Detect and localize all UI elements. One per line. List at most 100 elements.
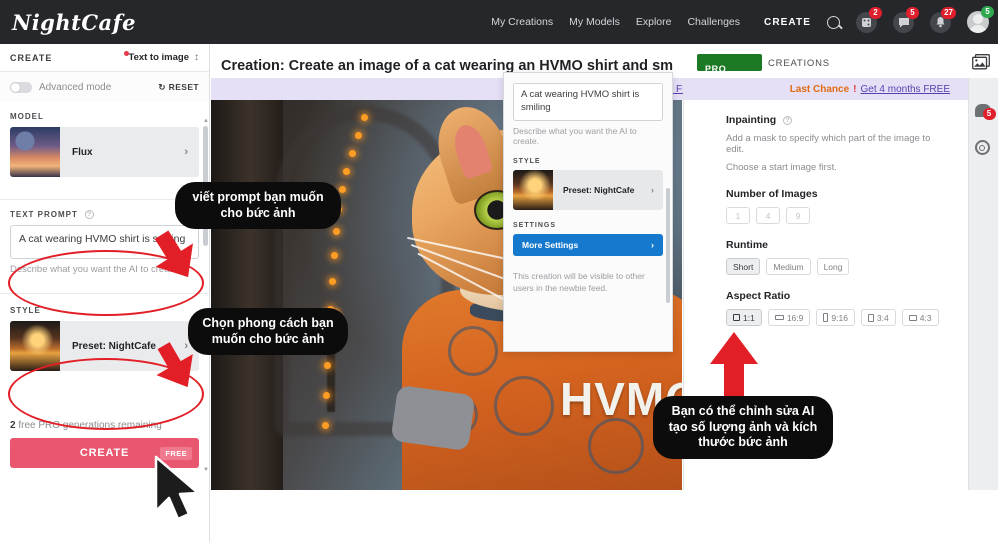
scroll-up-arrow-icon[interactable]: ▲ (203, 118, 209, 124)
notifications-badge: 27 (941, 6, 956, 19)
profile-badge: 5 (981, 6, 994, 18)
credits-badge: 2 (869, 6, 882, 19)
shirt-pattern-1 (448, 326, 498, 376)
popup-style-card[interactable]: Preset: NightCafe › (513, 169, 663, 210)
runtime-option-long[interactable]: Long (816, 258, 850, 275)
search-button[interactable] (827, 15, 840, 29)
advanced-mode-toggle[interactable] (10, 81, 32, 93)
inpainting-help-icon[interactable]: ? (783, 116, 793, 125)
popup-style-label: STYLE (513, 157, 541, 165)
gear-icon (974, 140, 990, 155)
popup-prompt-input[interactable]: A cat wearing HVMO shirt is smiling (513, 83, 663, 121)
number-of-images-option-1[interactable]: 1 (726, 207, 750, 224)
profile-button[interactable]: 5 (967, 6, 994, 33)
reset-label: RESET (168, 81, 199, 92)
pro-upgrade-button[interactable]: PRO (697, 54, 762, 71)
aspect-ratio-label-16-9: 16:9 (786, 312, 804, 323)
image-stack-icon[interactable] (972, 54, 990, 70)
messages-button[interactable]: 5 (893, 6, 919, 33)
create-button[interactable]: CREATE FREE (10, 438, 199, 468)
tab-creations[interactable]: CREATIONS (768, 58, 830, 69)
nav-link-my-creations[interactable]: My Creations (491, 16, 553, 28)
portrait-icon (823, 313, 829, 322)
rail-settings-button[interactable] (974, 140, 993, 158)
aspect-ratio-option-9-16[interactable]: 9:16 (816, 309, 855, 326)
inpainting-group: Inpainting ? Add a mask to specify which… (726, 114, 950, 173)
runtime-group: Runtime Short Medium Long (726, 239, 950, 275)
aspect-ratio-option-16-9[interactable]: 16:9 (767, 309, 811, 326)
runtime-options: Short Medium Long (726, 258, 950, 275)
inpainting-note: Choose a start image first. (726, 162, 837, 173)
popup-visibility-note: This creation will be visible to other u… (513, 270, 645, 293)
nav-link-challenges[interactable]: Challenges (687, 16, 740, 28)
notifications-button[interactable]: 27 (930, 6, 956, 33)
shirt-text: HVMO (560, 373, 682, 425)
aspect-ratio-option-3-4[interactable]: 3:4 (860, 309, 896, 326)
more-settings-button[interactable]: More Settings › (513, 233, 663, 256)
chevron-right-icon-style: › (184, 340, 188, 352)
style-card[interactable]: Preset: NightCafe › (10, 321, 199, 371)
text-prompt-label-text: TEXT PROMPT (10, 210, 78, 219)
popup-style-name: Preset: NightCafe (563, 184, 635, 195)
popup-style-thumbnail (513, 169, 553, 210)
aspect-ratio-options: 1:1 16:9 9:16 3:4 4:3 (726, 309, 950, 326)
create-button-label: CREATE (79, 447, 130, 459)
runtime-option-medium[interactable]: Medium (766, 258, 811, 275)
top-navigation-bar: NightCafe My Creations My Models Explore… (0, 0, 998, 44)
help-icon[interactable]: ? (85, 210, 95, 219)
model-card[interactable]: Flux › (10, 127, 199, 177)
cat-ear-inner-left (449, 121, 494, 180)
inpainting-title-text: Inpainting (726, 114, 777, 126)
landscape-narrow-icon (908, 314, 917, 321)
style-section: STYLE Preset: NightCafe › (0, 294, 209, 371)
sidebar-title: CREATE (10, 52, 53, 63)
number-of-images-option-4[interactable]: 4 (756, 207, 780, 224)
reset-button[interactable]: ↻ RESET (158, 82, 199, 93)
text-prompt-section: TEXT PROMPT ? A cat wearing HVMO shirt i… (0, 200, 209, 275)
nav-link-my-models[interactable]: My Models (569, 16, 620, 28)
aspect-ratio-option-1-1[interactable]: 1:1 (726, 309, 762, 326)
popup-scrollbar[interactable] (666, 83, 670, 343)
sidebar-scroll-thumb[interactable] (203, 126, 208, 246)
credits-button[interactable]: 2 (856, 6, 882, 33)
cat-sleeve (390, 384, 476, 452)
advanced-mode-row: Advanced mode ↻ RESET (0, 72, 209, 102)
text-prompt-input[interactable]: A cat wearing HVMO shirt is smiling (10, 225, 199, 259)
mode-selector[interactable]: Text to image ↕ (124, 51, 199, 63)
aspect-ratio-label-3-4: 3:4 (876, 312, 889, 323)
aspect-ratio-label-9-16: 9:16 (831, 312, 848, 323)
number-of-images-option-9[interactable]: 9 (786, 207, 810, 224)
runtime-title: Runtime (726, 239, 768, 251)
nav-link-explore[interactable]: Explore (636, 16, 672, 28)
sidebar-header: CREATE Text to image ↕ (0, 44, 209, 72)
popup-scroll-thumb[interactable] (666, 188, 670, 303)
rail-chat-button[interactable]: 5 (974, 104, 996, 122)
chevron-right-icon: › (184, 146, 188, 158)
nav-create-button[interactable]: CREATE (764, 17, 811, 28)
generations-count: 2 (10, 420, 16, 431)
right-icon-rail: 5 (968, 78, 998, 490)
create-free-badge: FREE (160, 446, 192, 460)
settings-banner-exclamation: ! (853, 83, 857, 95)
search-icon (827, 15, 840, 29)
aspect-ratio-label-1-1: 1:1 (743, 312, 755, 323)
settings-banner-link[interactable]: Get 4 months FREE (861, 84, 950, 95)
messages-badge: 5 (906, 6, 919, 19)
aspect-ratio-title: Aspect Ratio (726, 290, 791, 302)
model-thumbnail (10, 127, 60, 177)
nightcafe-logo[interactable]: NightCafe (12, 10, 136, 35)
rail-chat-badge: 5 (982, 108, 996, 120)
runtime-option-short[interactable]: Short (726, 258, 761, 275)
aspect-ratio-group: Aspect Ratio 1:1 16:9 9:16 3:4 4:3 (726, 290, 950, 326)
inpainting-description: Add a mask to specify which part of the … (726, 133, 931, 155)
number-of-images-options: 1 4 9 (726, 207, 950, 224)
landscape-icon (774, 315, 784, 320)
advanced-mode-label: Advanced mode (39, 81, 112, 93)
number-of-images-group: Number of Images 1 4 9 (726, 188, 950, 224)
portrait-wide-icon (867, 313, 874, 322)
aspect-ratio-option-4-3[interactable]: 4:3 (901, 309, 939, 326)
style-section-label: STYLE (10, 306, 41, 315)
chevron-right-icon-more-settings: › (651, 239, 654, 250)
model-name: Flux (72, 146, 93, 158)
popup-settings-label: SETTINGS (513, 221, 557, 229)
